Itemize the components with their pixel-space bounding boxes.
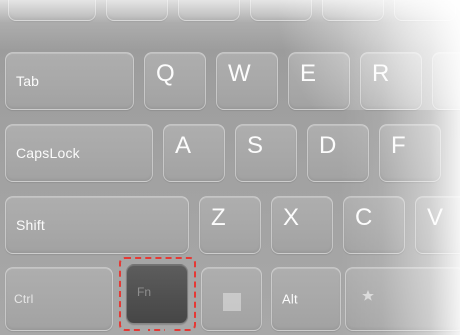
key-3[interactable]: 3	[250, 0, 312, 21]
key-c[interactable]: C	[343, 196, 405, 254]
key-x[interactable]: X	[271, 196, 333, 254]
key-v[interactable]: V	[415, 196, 460, 254]
key-label: V	[427, 204, 444, 231]
key-label: Alt	[282, 291, 298, 307]
highlight-gap-right	[165, 329, 173, 333]
highlight-gap-left	[140, 329, 148, 333]
key-label: 3	[262, 0, 274, 1]
key-label: A	[175, 132, 192, 159]
key-label: D	[319, 132, 337, 159]
key-label: 2	[190, 0, 202, 1]
key-top-partial[interactable]	[8, 0, 96, 21]
key-4[interactable]: 4	[322, 0, 384, 21]
key-1[interactable]: 1	[106, 0, 168, 21]
key-windows[interactable]	[201, 267, 262, 331]
key-label: Fn	[137, 285, 152, 299]
key-ctrl[interactable]: Ctrl	[5, 267, 113, 331]
key-label: R	[372, 60, 390, 87]
key-star[interactable]	[345, 267, 460, 331]
key-f[interactable]: F	[379, 124, 441, 182]
key-label: Q	[156, 60, 175, 87]
key-s[interactable]: S	[235, 124, 297, 182]
key-label: 1	[118, 0, 130, 1]
key-label: E	[300, 60, 317, 87]
key-label: Ctrl	[14, 292, 34, 306]
key-capslock[interactable]: CapsLock	[5, 124, 153, 182]
key-label: S	[247, 132, 264, 159]
key-w[interactable]: W	[216, 52, 278, 110]
key-label: W	[228, 60, 251, 87]
key-label: Z	[211, 204, 226, 231]
key-r[interactable]: R	[360, 52, 422, 110]
key-fn[interactable]: Fn	[126, 264, 188, 324]
keyboard-view: 1 2 3 4 5 Tab Q W E R CapsLock A S D F	[0, 0, 460, 335]
key-d[interactable]: D	[307, 124, 369, 182]
key-2[interactable]: 2	[178, 0, 240, 21]
square-icon	[223, 293, 241, 311]
key-a[interactable]: A	[163, 124, 225, 182]
key-label: X	[283, 204, 300, 231]
key-q[interactable]: Q	[144, 52, 206, 110]
key-label: 5	[406, 0, 418, 1]
key-label: CapsLock	[16, 145, 80, 161]
key-label: 4	[334, 0, 346, 1]
key-alt[interactable]: Alt	[271, 267, 341, 331]
key-label: F	[391, 132, 406, 159]
key-e[interactable]: E	[288, 52, 350, 110]
key-label: Tab	[16, 73, 40, 89]
key-label: Shift	[16, 217, 46, 233]
key-shift[interactable]: Shift	[5, 196, 189, 254]
star-icon	[362, 290, 374, 301]
key-label: C	[355, 204, 373, 231]
key-t-partial[interactable]	[432, 52, 460, 110]
key-z[interactable]: Z	[199, 196, 261, 254]
key-5[interactable]: 5	[394, 0, 456, 21]
key-tab[interactable]: Tab	[5, 52, 134, 110]
